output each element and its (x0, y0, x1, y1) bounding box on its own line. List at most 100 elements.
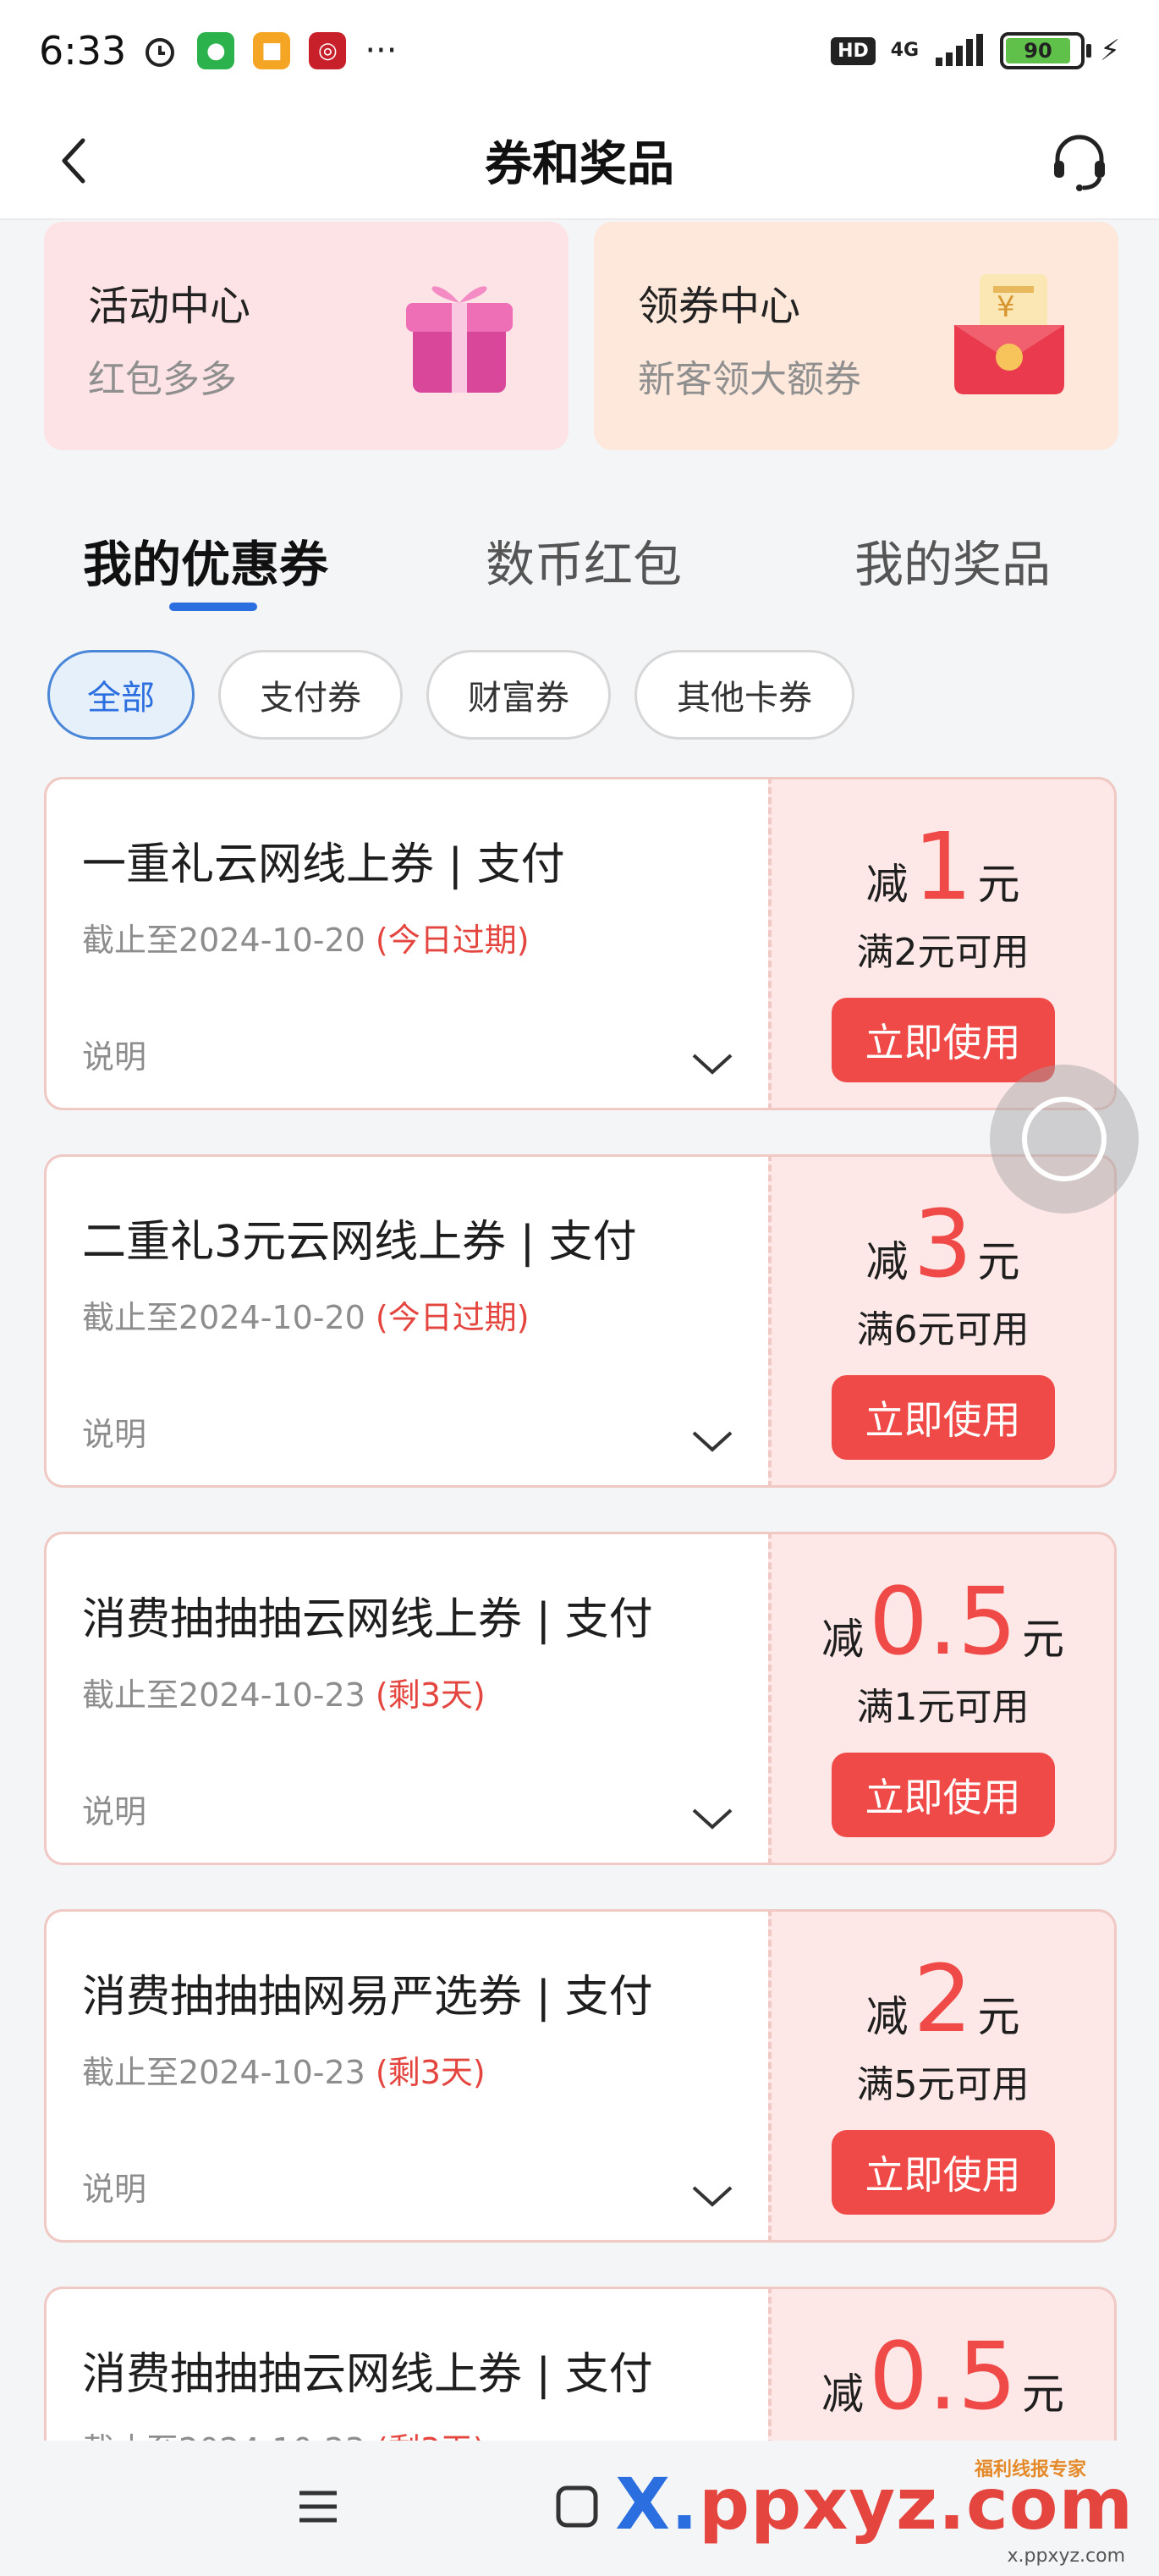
top-bar: 券和奖品 (0, 102, 1159, 220)
battery-icon: 90 (1000, 32, 1092, 69)
coupon-expiry-tag: (今日过期) (375, 1299, 530, 1336)
page-title: 券和奖品 (485, 136, 674, 192)
discount-unit: 元 (977, 1992, 1020, 2041)
menu-icon[interactable] (293, 2481, 343, 2532)
bank-icon: ◎ (309, 32, 347, 69)
coupon-title: 一重礼云网线上券 | 支付 (82, 839, 565, 890)
tab-my-prizes[interactable]: 我的奖品 (854, 525, 1051, 596)
filter-other-cards[interactable]: 其他卡券 (634, 650, 854, 740)
status-bar: 6:33 ● ■ ◎ ··· HD 4G 90 ⚡ (0, 0, 1159, 102)
coupon-description-label[interactable]: 说明 (82, 1786, 146, 1832)
wechat-icon: ● (197, 32, 235, 69)
coupon-expiry: 截止至2024-10-23 (剩3天) (82, 2046, 733, 2093)
discount-amount: 1 (913, 812, 973, 921)
coupon-expiry-tag: (剩3天) (376, 2431, 486, 2441)
filter-payment-coupons[interactable]: 支付券 (218, 650, 403, 740)
tab-my-coupons[interactable]: 我的优惠券 (83, 525, 328, 596)
assistive-ring-icon (1022, 1097, 1107, 1181)
activity-center-card[interactable]: 活动中心 红包多多 (44, 222, 569, 450)
coupon-expiry: 截止至2024-10-23 (剩3天) (82, 1669, 733, 1715)
discount-amount: 0.5 (869, 2322, 1017, 2430)
alarm-icon (146, 38, 175, 67)
watermark-x: X. (615, 2463, 699, 2546)
use-now-button[interactable]: 立即使用 (831, 1375, 1055, 1460)
use-now-button[interactable]: 立即使用 (831, 2130, 1055, 2215)
floating-assistive-button[interactable] (990, 1065, 1139, 1214)
coupon-description-label[interactable]: 说明 (82, 1408, 146, 1455)
more-notifications-icon: ··· (365, 31, 398, 70)
coupon-card: 一重礼云网线上券 | 支付 截止至2024-10-20 (今日过期) 说明 减1… (44, 777, 1117, 1110)
coupon-center-card[interactable]: 领券中心 新客领大额券 ¥ (594, 222, 1118, 450)
discount-prefix: 减 (821, 1615, 865, 1664)
coupon-expiry: 截止至2024-10-20 (今日过期) (82, 914, 733, 960)
discount-unit: 元 (1021, 2370, 1064, 2419)
discount-amount: 2 (913, 1945, 973, 2053)
coupon-info: 消费抽抽抽云网线上券 | 支付 截止至2024-10-23 (剩3天) 说明 (44, 1532, 768, 1865)
tab-digital-red-packets[interactable]: 数币红包 (486, 525, 682, 596)
coupon-condition: 满6元可用 (856, 1308, 1030, 1351)
coupon-value-panel: 减 0.5 元 (768, 2287, 1117, 2441)
coupon-card: 消费抽抽抽云网线上券 | 支付 截止至2024-10-23 (剩3天) 减0.5… (44, 2287, 1117, 2441)
coupon-title: 消费抽抽抽网易严选券 | 支付 (82, 1972, 653, 2023)
coupon-tabs: 我的优惠券 数币红包 我的奖品 (0, 508, 1159, 611)
coupon-condition: 满1元可用 (856, 1686, 1030, 1729)
coupon-discount: 减 0.5 元 (821, 1575, 1064, 1668)
watermark-url: x.ppxyz.com (1007, 2546, 1125, 2567)
coupon-expiry-date: 截止至2024-10-23 (82, 2054, 376, 2091)
discount-prefix: 减 (865, 860, 909, 909)
coupon-card: 二重礼3元云网线上券 | 支付 截止至2024-10-20 (今日过期) 说明 … (44, 1154, 1117, 1488)
coupon-title: 二重礼3元云网线上券 | 支付 (82, 1217, 637, 1268)
coupon-expiry: 截止至2024-10-20 (今日过期) (82, 1291, 733, 1338)
network-type: 4G (890, 40, 920, 61)
chevron-down-icon[interactable] (690, 1050, 734, 1077)
coupon-info: 一重礼云网线上券 | 支付 截止至2024-10-20 (今日过期) 说明 (44, 777, 768, 1110)
coupon-condition: 满5元可用 (856, 2063, 1030, 2106)
coupon-discount: 减1元 (866, 820, 1020, 913)
status-notification-icons: ● ■ ◎ ··· (141, 31, 397, 70)
status-time: 6:33 (39, 28, 127, 74)
back-arrow-icon[interactable] (51, 135, 102, 186)
coupon-title: 消费抽抽抽云网线上券 | 支付 (82, 1594, 653, 1645)
discount-prefix: 减 (865, 1992, 909, 2041)
discount-prefix: 减 (821, 2370, 865, 2419)
coupon-expiry-tag: (今日过期) (375, 922, 530, 959)
coupon-value-panel: 减1元 满2元可用 立即使用 (768, 777, 1117, 1110)
discount-unit: 元 (1021, 1615, 1064, 1664)
coupon-info: 消费抽抽抽云网线上券 | 支付 截止至2024-10-23 (剩3天) (44, 2287, 768, 2441)
discount-unit: 元 (977, 860, 1020, 909)
discount-unit: 元 (977, 1237, 1020, 1286)
use-now-button[interactable]: 立即使用 (831, 998, 1055, 1082)
coupon-description-label[interactable]: 说明 (82, 2163, 146, 2210)
chevron-down-icon[interactable] (690, 1805, 734, 1832)
chevron-down-icon[interactable] (690, 1428, 734, 1455)
watermark-logo: X.ppxyz.com (615, 2463, 1134, 2546)
coupon-info: 消费抽抽抽网易严选券 | 支付 截止至2024-10-23 (剩3天) 说明 (44, 1909, 768, 2243)
coupon-value-panel: 减2元 满5元可用 立即使用 (768, 1909, 1117, 2243)
coupon-expiry-date: 截止至2024-10-20 (82, 1299, 376, 1336)
active-tab-indicator (169, 603, 257, 611)
discount-prefix: 减 (865, 1237, 909, 1286)
signal-icon (936, 34, 984, 66)
charging-icon: ⚡ (1100, 34, 1120, 68)
coupon-discount: 减3元 (866, 1197, 1020, 1291)
coupon-expiry-date: 截止至2024-10-23 (82, 1676, 376, 1714)
chevron-down-icon[interactable] (690, 2182, 734, 2210)
coupon-expiry-date: 截止至2024-10-23 (82, 2431, 376, 2441)
use-now-button[interactable]: 立即使用 (831, 1753, 1055, 1837)
coupon-card: 消费抽抽抽网易严选券 | 支付 截止至2024-10-23 (剩3天) 说明 减… (44, 1909, 1117, 2243)
gift-box-icon (406, 286, 513, 393)
red-envelope-icon: ¥ (954, 274, 1064, 394)
coupon-value-panel: 减 0.5 元 满1元可用 立即使用 (768, 1532, 1117, 1865)
discount-amount: 3 (913, 1190, 973, 1298)
svg-text:¥: ¥ (997, 290, 1015, 324)
filter-wealth-coupons[interactable]: 财富券 (426, 650, 611, 740)
customer-service-icon[interactable] (1047, 129, 1112, 193)
coupon-card: 消费抽抽抽云网线上券 | 支付 截止至2024-10-23 (剩3天) 说明 减… (44, 1532, 1117, 1865)
coupon-description-label[interactable]: 说明 (82, 1031, 146, 1077)
coupon-expiry-tag: (剩3天) (375, 1676, 486, 1714)
home-square-icon[interactable] (552, 2481, 602, 2532)
coupon-expiry: 截止至2024-10-23 (剩3天) (82, 2424, 733, 2441)
coupon-discount: 减2元 (866, 1952, 1020, 2045)
coupon-condition: 满2元可用 (856, 931, 1030, 974)
filter-all[interactable]: 全部 (47, 650, 195, 740)
